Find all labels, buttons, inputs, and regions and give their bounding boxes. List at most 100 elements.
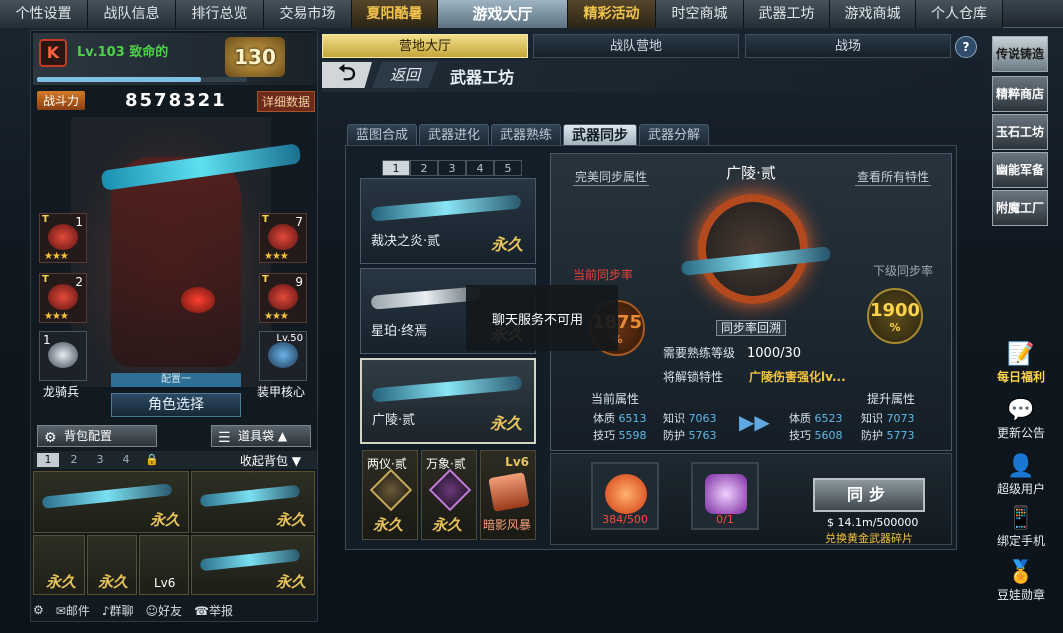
small-item-level: Lv6 [505,455,529,469]
tab-dismantle[interactable]: 武器分解 [639,124,710,146]
bag-config-button[interactable]: ⚙ 背包配置 [37,425,157,447]
tab-blueprint[interactable]: 蓝图合成 [347,124,418,146]
weapon-item-3[interactable]: 广陵·贰 永久 [360,358,536,444]
dragon-rider-slot[interactable]: 1 [39,331,87,381]
view-traits-link[interactable]: 查看所有特性 [855,168,932,186]
bag-item-3[interactable]: 永久 [33,535,85,595]
tab-evolution[interactable]: 武器进化 [419,124,490,146]
nav-game-lobby[interactable]: 游戏大厅 [438,0,568,28]
bag-tab-4[interactable]: 4 [115,453,137,467]
report-button[interactable]: ☎举报 [194,602,233,619]
tab-battlefield[interactable]: 战场 [745,34,951,58]
tab-proficiency[interactable]: 武器熟练 [491,124,562,146]
small-item-2[interactable]: 万象·贰 永久 [421,450,477,540]
helmet-icon [268,224,298,250]
small-item-1[interactable]: 两仪·贰 永久 [362,450,418,540]
bag-tab-3[interactable]: 3 [89,453,111,467]
daily-reward-button[interactable]: 📝 每日福利 [990,342,1052,385]
bag-item-label: 永久 [45,573,76,591]
page-5[interactable]: 5 [494,160,522,176]
material-count: 0/1 [716,513,734,526]
bag-tab-1[interactable]: 1 [37,453,59,467]
equip-slot-1[interactable]: T 1 ★★★ [39,213,87,263]
collapse-bag-button[interactable]: 收起背包 ▼ [240,452,301,469]
help-button[interactable]: ? [955,36,977,58]
nav-weapon-workshop[interactable]: 武器工坊 [744,0,830,28]
sync-ring [698,194,808,304]
exchange-gold-fragments-link[interactable]: 兑换黄金武器碎片 [825,530,913,546]
tab-team-camp[interactable]: 战队营地 [533,34,739,58]
item-bag-button[interactable]: ☰ 道具袋 ▲ [211,425,311,447]
back-arrow-icon[interactable]: ⮌ [322,62,372,88]
page-2[interactable]: 2 [410,160,438,176]
equip-slot-7[interactable]: T 7 ★★★ [259,213,307,263]
back-button[interactable]: 返回 [372,62,438,88]
announcement-button[interactable]: 💬 更新公告 [990,398,1052,441]
settings-icon[interactable]: ⚙ [33,603,44,617]
nav-market[interactable]: 交易市场 [264,0,352,28]
tab-camp-hall[interactable]: 营地大厅 [322,34,528,58]
money-value: 14.1m/500000 [837,516,919,529]
enchant-factory-button[interactable]: 附魔工厂 [992,190,1048,226]
nav-time-shop[interactable]: 时空商城 [656,0,744,28]
bag-item-6[interactable]: 永久 [191,535,315,595]
equip-slot-2[interactable]: T 2 ★★★ [39,273,87,323]
super-user-button[interactable]: 👤 超级用户 [990,454,1052,497]
item-bag-label: 道具袋 [238,429,275,443]
equip-slot-9[interactable]: T 9 ★★★ [259,273,307,323]
mail-button[interactable]: ✉邮件 [56,602,90,619]
role-select-button[interactable]: 角色选择 [111,393,241,417]
small-item-name: 万象·贰 [426,457,466,471]
page-1[interactable]: 1 [382,160,410,176]
bag-item-1[interactable]: 永久 [33,471,189,533]
slot-stars: ★★★ [44,311,69,322]
bag-config-label: 背包配置 [64,429,113,443]
perfect-sync-link[interactable]: 完美同步属性 [573,168,650,186]
jade-workshop-button[interactable]: 玉石工坊 [992,114,1048,150]
report-label: 举报 [209,603,234,618]
next-stat-con: 体质 6523 [789,410,843,426]
medal-button[interactable]: 🏅 豆娃勋章 [990,560,1052,603]
need-value: 1000/30 [747,346,802,361]
nav-team-info[interactable]: 战队信息 [88,0,176,28]
detail-data-button[interactable]: 详细数据 [257,91,316,112]
bag-item-2[interactable]: 永久 [191,471,315,533]
legend-forge-button[interactable]: 传说铸造 [992,36,1048,72]
chat-unavailable-tooltip: 聊天服务不可用 [466,285,618,351]
essence-shop-button[interactable]: 精粹商店 [992,76,1048,112]
stat-value: 5763 [688,429,717,442]
character-model[interactable] [71,117,302,387]
xp-bar [37,77,247,82]
small-item-3[interactable]: Lv6 暗影风暴 [480,450,536,540]
bag-tab-2[interactable]: 2 [63,453,85,467]
bag-item-5[interactable]: Lv6 [139,535,189,595]
material-slot-1[interactable]: 384/500 [591,462,659,530]
friends-label: 好友 [158,603,183,618]
sync-button[interactable]: 同步 [813,478,925,512]
nav-personal-settings[interactable]: 个性设置 [0,0,88,28]
rate-rollback-button[interactable]: 同步率回溯 [716,320,786,336]
nav-summer-event[interactable]: 夏阳酷暑 [352,0,438,28]
nav-events[interactable]: 精彩活动 [568,0,656,28]
nav-warehouse[interactable]: 个人仓库 [916,0,1003,28]
phantom-armory-button[interactable]: 幽能军备 [992,152,1048,188]
weapon-item-1[interactable]: 裁决之炎·贰 永久 [360,178,536,264]
bind-phone-button[interactable]: 📱 绑定手机 [990,506,1052,549]
tab-sync[interactable]: 武器同步 [563,124,638,146]
armor-core-slot[interactable]: Lv.50 [259,331,307,381]
friends-button[interactable]: ☺好友 [146,602,183,619]
nav-rankings[interactable]: 排行总览 [176,0,264,28]
page-3[interactable]: 3 [438,160,466,176]
nav-game-shop[interactable]: 游戏商城 [830,0,916,28]
stat-value: 5608 [814,429,843,442]
robot-body [111,157,241,367]
clipboard-icon: 📝 [1007,342,1035,367]
material-slot-2[interactable]: 0/1 [691,462,759,530]
bag-item-4[interactable]: 永久 [87,535,137,595]
currency-amount: $ 14.1m/500000 [827,516,918,529]
page-4[interactable]: 4 [466,160,494,176]
slot-num: 2 [75,275,83,289]
required-proficiency: 需要熟练等级 1000/30 [663,344,801,361]
game-window: 个性设置 战队信息 排行总览 交易市场 夏阳酷暑 游戏大厅 精彩活动 时空商城 … [0,0,1063,633]
group-chat-button[interactable]: ♪群聊 [102,602,134,619]
